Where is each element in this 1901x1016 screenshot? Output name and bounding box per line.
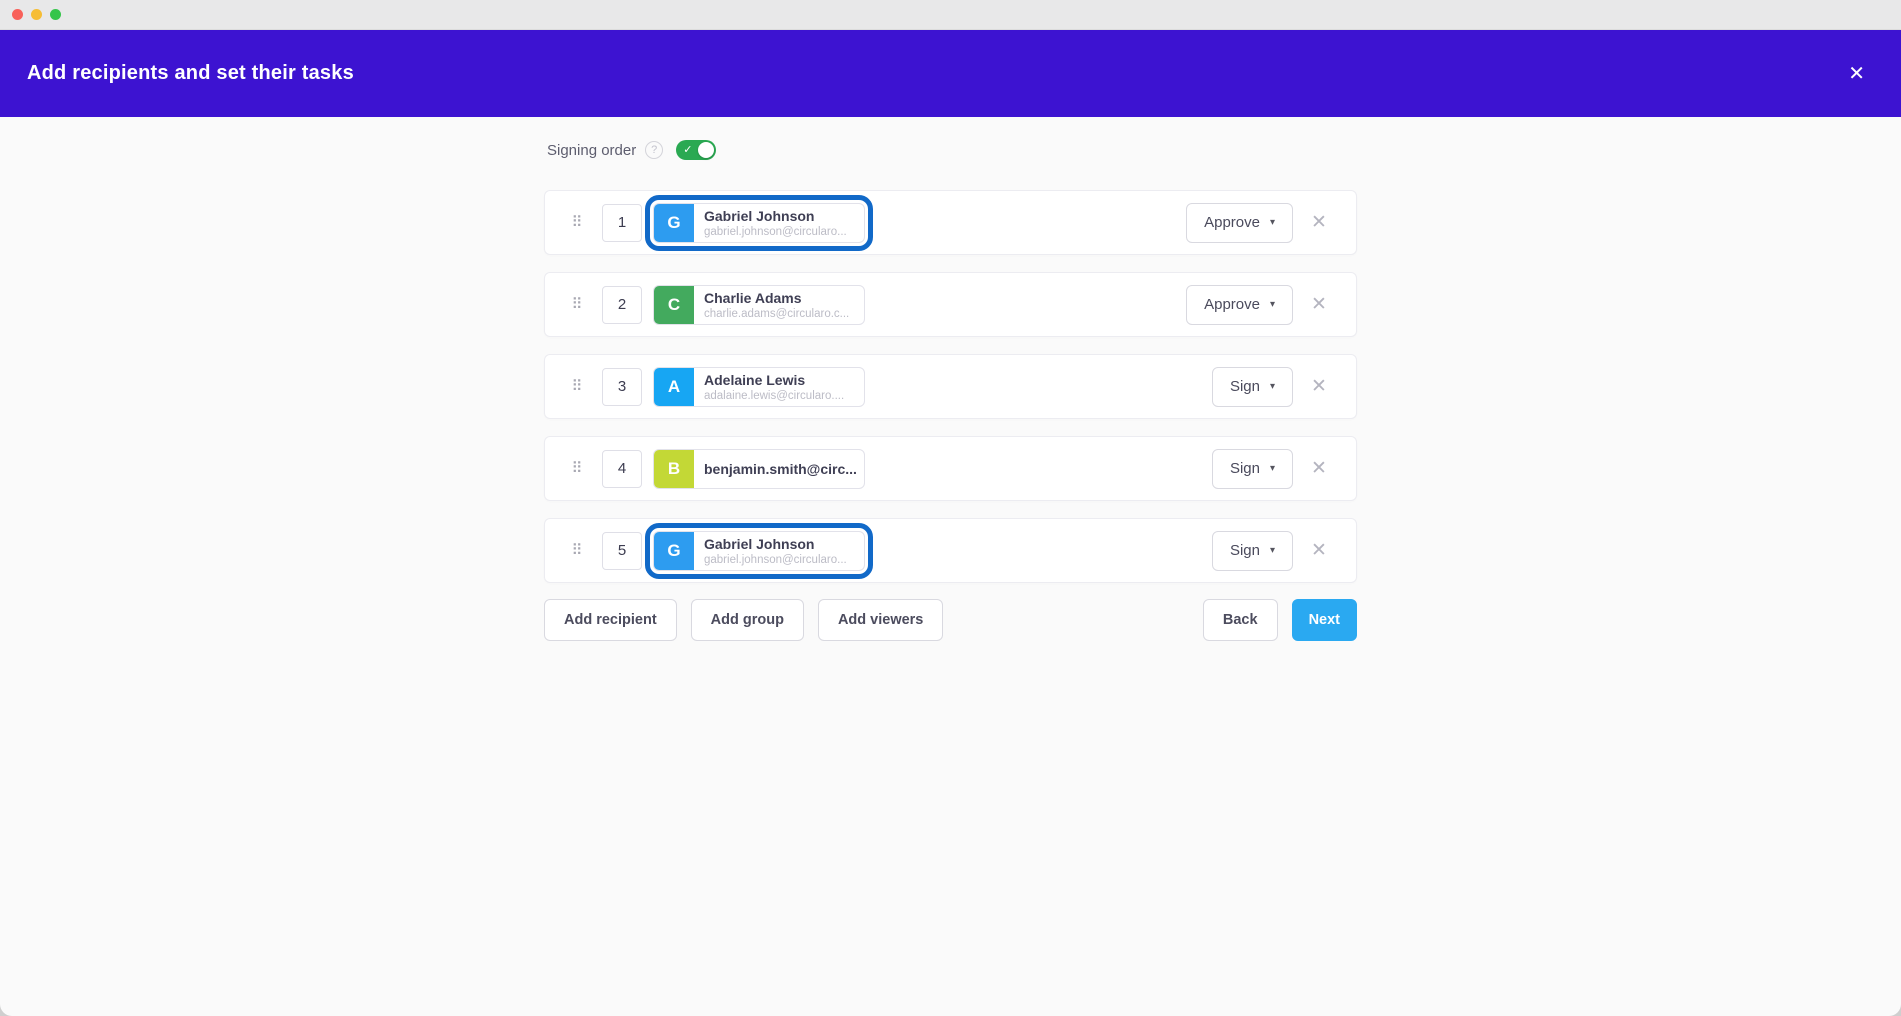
recipient-text: Adelaine Lewis adalaine.lewis@circularo.… [694, 368, 852, 406]
recipient-card[interactable]: B benjamin.smith@circ... [653, 449, 865, 489]
window-minimize-button[interactable] [31, 9, 42, 20]
avatar: A [654, 368, 694, 406]
back-button[interactable]: Back [1203, 599, 1278, 641]
toggle-knob [698, 142, 714, 158]
task-label: Sign [1230, 542, 1260, 559]
remove-recipient-icon[interactable]: ✕ [1302, 211, 1336, 234]
avatar: G [654, 204, 694, 242]
help-icon[interactable]: ? [645, 141, 663, 159]
recipient-card[interactable]: A Adelaine Lewis adalaine.lewis@circular… [653, 367, 865, 407]
recipient-name: benjamin.smith@circ... [704, 461, 856, 477]
recipient-row: ⠿ 1 G Gabriel Johnson gabriel.johnson@ci… [544, 190, 1357, 255]
chevron-down-icon: ▾ [1270, 300, 1275, 310]
task-label: Sign [1230, 460, 1260, 477]
remove-recipient-icon[interactable]: ✕ [1302, 375, 1336, 398]
task-dropdown[interactable]: Sign ▾ [1212, 367, 1293, 407]
drag-handle-icon[interactable]: ⠿ [569, 543, 585, 558]
recipient-email: gabriel.johnson@circularo... [704, 226, 847, 238]
order-input[interactable]: 1 [602, 204, 642, 242]
remove-recipient-icon[interactable]: ✕ [1302, 539, 1336, 562]
avatar: C [654, 286, 694, 324]
task-dropdown[interactable]: Approve ▾ [1186, 285, 1293, 325]
recipient-text: Charlie Adams charlie.adams@circularo.c.… [694, 286, 857, 324]
recipient-text: Gabriel Johnson gabriel.johnson@circular… [694, 532, 855, 570]
order-input[interactable]: 4 [602, 450, 642, 488]
footer-right-buttons: Back Next [1203, 599, 1357, 641]
add-viewers-button[interactable]: Add viewers [818, 599, 943, 641]
task-dropdown[interactable]: Sign ▾ [1212, 449, 1293, 489]
task-label: Sign [1230, 378, 1260, 395]
drag-handle-icon[interactable]: ⠿ [569, 297, 585, 312]
recipient-row: ⠿ 5 G Gabriel Johnson gabriel.johnson@ci… [544, 518, 1357, 583]
macos-titlebar [0, 0, 1901, 30]
chevron-down-icon: ▾ [1270, 464, 1275, 474]
signing-order-toggle[interactable]: ✓ [676, 140, 716, 160]
recipient-text: benjamin.smith@circ... [694, 450, 864, 488]
dialog-footer: Add recipient Add group Add viewers Back… [544, 599, 1357, 641]
recipient-name: Gabriel Johnson [704, 536, 847, 552]
recipient-text: Gabriel Johnson gabriel.johnson@circular… [694, 204, 855, 242]
footer-left-buttons: Add recipient Add group Add viewers [544, 599, 943, 641]
dialog-window: Add recipients and set their tasks ✕ Sig… [0, 0, 1901, 1016]
task-dropdown[interactable]: Sign ▾ [1212, 531, 1293, 571]
recipient-row: ⠿ 2 C Charlie Adams charlie.adams@circul… [544, 272, 1357, 337]
avatar: G [654, 532, 694, 570]
dialog-title: Add recipients and set their tasks [27, 62, 354, 85]
add-recipient-button[interactable]: Add recipient [544, 599, 677, 641]
recipient-card[interactable]: G Gabriel Johnson gabriel.johnson@circul… [653, 203, 865, 243]
window-close-button[interactable] [12, 9, 23, 20]
recipient-list: ⠿ 1 G Gabriel Johnson gabriel.johnson@ci… [544, 190, 1357, 583]
order-input[interactable]: 3 [602, 368, 642, 406]
task-dropdown[interactable]: Approve ▾ [1186, 203, 1293, 243]
drag-handle-icon[interactable]: ⠿ [569, 215, 585, 230]
recipient-email: charlie.adams@circularo.c... [704, 308, 849, 320]
window-zoom-button[interactable] [50, 9, 61, 20]
recipient-name: Adelaine Lewis [704, 372, 844, 388]
chevron-down-icon: ▾ [1270, 382, 1275, 392]
recipient-row: ⠿ 4 B benjamin.smith@circ... Sign ▾ ✕ [544, 436, 1357, 501]
drag-handle-icon[interactable]: ⠿ [569, 379, 585, 394]
dialog-content: Signing order ? ✓ ⠿ 1 G Gabriel Johnson … [544, 139, 1357, 641]
close-icon[interactable]: ✕ [1842, 60, 1871, 88]
avatar: B [654, 450, 694, 488]
recipient-name: Charlie Adams [704, 290, 849, 306]
chevron-down-icon: ▾ [1270, 218, 1275, 228]
dialog-header: Add recipients and set their tasks ✕ [0, 30, 1901, 117]
order-input[interactable]: 2 [602, 286, 642, 324]
task-label: Approve [1204, 214, 1260, 231]
recipient-email: adalaine.lewis@circularo.... [704, 390, 844, 402]
chevron-down-icon: ▾ [1270, 546, 1275, 556]
drag-handle-icon[interactable]: ⠿ [569, 461, 585, 476]
check-icon: ✓ [683, 143, 692, 157]
add-group-button[interactable]: Add group [691, 599, 804, 641]
remove-recipient-icon[interactable]: ✕ [1302, 457, 1336, 480]
signing-order-row: Signing order ? ✓ [544, 139, 1357, 161]
recipient-card[interactable]: C Charlie Adams charlie.adams@circularo.… [653, 285, 865, 325]
order-input[interactable]: 5 [602, 532, 642, 570]
task-label: Approve [1204, 296, 1260, 313]
recipient-name: Gabriel Johnson [704, 208, 847, 224]
recipient-email: gabriel.johnson@circularo... [704, 554, 847, 566]
signing-order-label: Signing order [547, 142, 636, 159]
remove-recipient-icon[interactable]: ✕ [1302, 293, 1336, 316]
recipient-row: ⠿ 3 A Adelaine Lewis adalaine.lewis@circ… [544, 354, 1357, 419]
recipient-card[interactable]: G Gabriel Johnson gabriel.johnson@circul… [653, 531, 865, 571]
next-button[interactable]: Next [1292, 599, 1357, 641]
